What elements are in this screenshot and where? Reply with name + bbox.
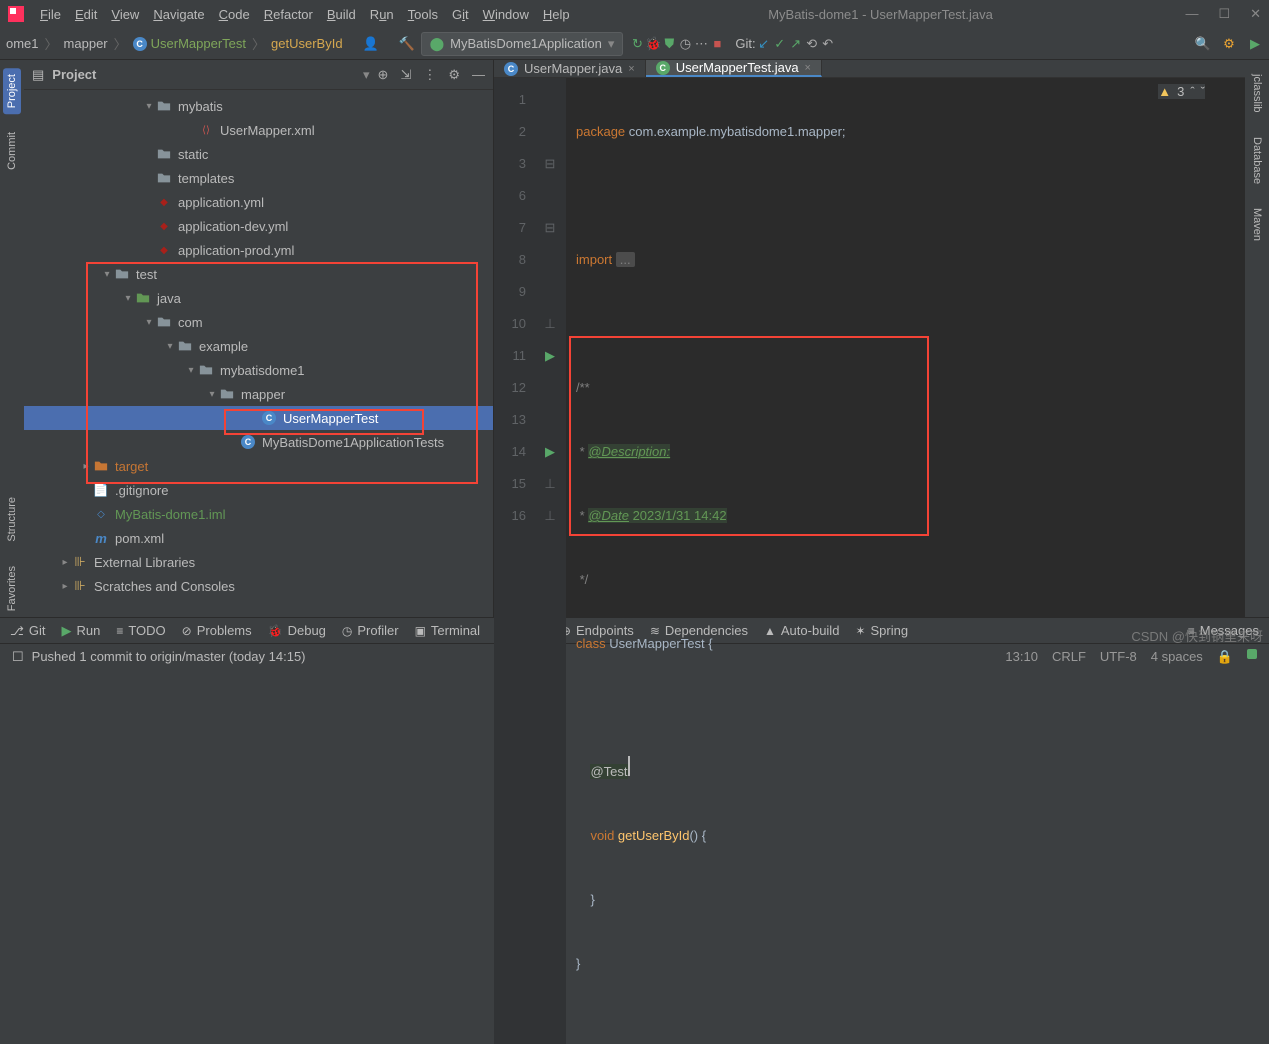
tree-item-mapper[interactable]: ▾mapper — [24, 382, 493, 406]
sidebar-tab-structure[interactable]: Structure — [3, 491, 21, 548]
run-config-dropdown[interactable]: ⬤ MyBatisDome1Application ▾ — [421, 32, 624, 56]
menu-file[interactable]: File — [34, 4, 67, 25]
expand-icon[interactable]: ⇲ — [400, 67, 411, 83]
tree-item-application-prod-yml[interactable]: ◆application-prod.yml — [24, 238, 493, 262]
git-label: Git: — [735, 36, 755, 51]
sidebar-tab-database[interactable]: Database — [1248, 131, 1266, 190]
menu-refactor[interactable]: Refactor — [258, 4, 319, 25]
app-icon — [8, 6, 24, 22]
code-content[interactable]: package com.example.mybatisdome1.mapper;… — [566, 78, 1245, 1044]
close-tab-icon[interactable]: × — [628, 63, 634, 75]
tree-item-scratches[interactable]: ▸⊪Scratches and Consoles — [24, 574, 493, 598]
menu-view[interactable]: View — [105, 4, 145, 25]
history-icon[interactable]: ⟲ — [804, 36, 820, 52]
tree-item-application-yml[interactable]: ◆application.yml — [24, 190, 493, 214]
sidebar-tab-commit[interactable]: Commit — [3, 126, 21, 176]
settings-icon[interactable]: ⚙ — [1221, 36, 1237, 52]
panel-title: Project — [52, 67, 355, 82]
maximize-icon[interactable]: ☐ — [1218, 6, 1230, 22]
menu-build[interactable]: Build — [321, 4, 362, 25]
user-icon[interactable]: 👤 — [363, 36, 379, 52]
target-icon[interactable]: ⊕ — [378, 67, 389, 83]
tree-item-com[interactable]: ▾com — [24, 310, 493, 334]
menu-help[interactable]: Help — [537, 4, 576, 25]
close-icon[interactable]: ✕ — [1250, 6, 1261, 22]
gear-icon[interactable]: ⚙ — [448, 67, 460, 83]
menu-tools[interactable]: Tools — [402, 4, 444, 25]
rollback-icon[interactable]: ↶ — [820, 36, 836, 52]
tool-profiler[interactable]: ◷ Profiler — [342, 623, 399, 638]
menu-run[interactable]: Run — [364, 4, 400, 25]
tree-item-extLibs[interactable]: ▸⊪External Libraries — [24, 550, 493, 574]
gutter[interactable]: ⊟ ⊟ ⊥ ▶ ▶⊥⊥ — [534, 78, 566, 1044]
sidebar-tab-project[interactable]: Project — [3, 68, 21, 114]
status-message: Pushed 1 commit to origin/master (today … — [32, 649, 306, 664]
tree-item-mybatisdome1[interactable]: ▾mybatisdome1 — [24, 358, 493, 382]
tree-item-pom-xml[interactable]: mpom.xml — [24, 526, 493, 550]
class-icon: C — [504, 62, 518, 76]
tree-item-static[interactable]: static — [24, 142, 493, 166]
tool-debug[interactable]: 🐞 Debug — [268, 623, 326, 638]
menu-navigate[interactable]: Navigate — [147, 4, 210, 25]
coverage-icon[interactable]: ⛊ — [661, 36, 677, 52]
tab-usermappertest[interactable]: C UserMapperTest.java× — [646, 60, 822, 77]
rerun-icon[interactable]: ↻ — [629, 36, 645, 52]
breadcrumb[interactable]: ome1〉 mapper〉 C UserMapperTest〉 getUserB… — [6, 34, 343, 53]
menu-window[interactable]: Window — [477, 4, 535, 25]
tool-git[interactable]: ⎇ Git — [10, 623, 45, 638]
search-icon[interactable]: 🔍 — [1195, 36, 1211, 52]
main-menu[interactable]: File Edit View Navigate Code Refactor Bu… — [34, 4, 576, 25]
tree-item-target[interactable]: ▸target — [24, 454, 493, 478]
commit-icon[interactable]: ✓ — [772, 36, 788, 52]
tree-item-usermappertest[interactable]: CUserMapperTest — [24, 406, 493, 430]
tool-terminal[interactable]: ▣ Terminal — [415, 623, 480, 638]
tree-item-application-dev-yml[interactable]: ◆application-dev.yml — [24, 214, 493, 238]
play-icon[interactable]: ▶ — [1247, 36, 1263, 52]
tool-run[interactable]: ▶ Run — [61, 623, 100, 639]
project-tree[interactable]: ▾mybatis⟨⟩UserMapper.xmlstatictemplates◆… — [24, 90, 493, 617]
hammer-icon[interactable]: 🔨 — [399, 36, 415, 52]
tree-item-example[interactable]: ▾example — [24, 334, 493, 358]
tree-item-templates[interactable]: templates — [24, 166, 493, 190]
class-icon: C — [133, 37, 147, 51]
tree-item-mybatis-dome1-iml[interactable]: ◇MyBatis-dome1.iml — [24, 502, 493, 526]
tab-usermapper[interactable]: C UserMapper.java× — [494, 60, 646, 77]
minimize-icon[interactable]: — — [1185, 6, 1198, 22]
profile-icon[interactable]: ◷ — [677, 36, 693, 52]
window-title: MyBatis-dome1 - UserMapperTest.java — [576, 7, 1186, 22]
tool-problems[interactable]: ⊘ Problems — [182, 623, 252, 638]
hide-icon[interactable]: — — [472, 67, 485, 83]
sidebar-tab-favorites[interactable]: Favorites — [3, 560, 21, 617]
caret — [628, 756, 630, 776]
debug-icon[interactable]: 🐞 — [645, 36, 661, 52]
tree-item-mybatis[interactable]: ▾mybatis — [24, 94, 493, 118]
tree-item-mybatisdome1applicationtests[interactable]: CMyBatisDome1ApplicationTests — [24, 430, 493, 454]
stop-icon[interactable]: ■ — [709, 36, 725, 52]
tree-item-usermapper-xml[interactable]: ⟨⟩UserMapper.xml — [24, 118, 493, 142]
status-icon[interactable]: ☐ — [12, 649, 24, 665]
class-icon: C — [656, 61, 670, 75]
tool-todo[interactable]: ≡ TODO — [116, 623, 165, 638]
project-view-icon[interactable]: ▤ — [32, 67, 44, 83]
line-numbers: 123678910111213141516 — [494, 78, 534, 1044]
attach-icon[interactable]: ⋯ — [693, 36, 709, 52]
inspection-badge[interactable]: ▲3 ˆˇ — [1158, 84, 1205, 99]
menu-git[interactable]: Git — [446, 4, 475, 25]
code-editor[interactable]: ▲3 ˆˇ 123678910111213141516 ⊟ ⊟ ⊥ ▶ ▶⊥⊥ … — [494, 78, 1245, 1044]
sidebar-tab-jclasslib[interactable]: jclasslib — [1248, 68, 1266, 119]
status-indicator[interactable] — [1247, 649, 1257, 659]
watermark: CSDN @快到锅里来呀 — [1131, 626, 1263, 645]
push-icon[interactable]: ↗ — [788, 36, 804, 52]
close-tab-icon[interactable]: × — [805, 62, 811, 74]
tree-item-java[interactable]: ▾java — [24, 286, 493, 310]
tree-item-test[interactable]: ▾test — [24, 262, 493, 286]
collapse-icon[interactable]: ⋮ — [423, 67, 436, 83]
menu-edit[interactable]: Edit — [69, 4, 103, 25]
menu-code[interactable]: Code — [213, 4, 256, 25]
tree-item--gitignore[interactable]: 📄.gitignore — [24, 478, 493, 502]
sidebar-tab-maven[interactable]: Maven — [1248, 202, 1266, 247]
update-icon[interactable]: ↙ — [756, 36, 772, 52]
